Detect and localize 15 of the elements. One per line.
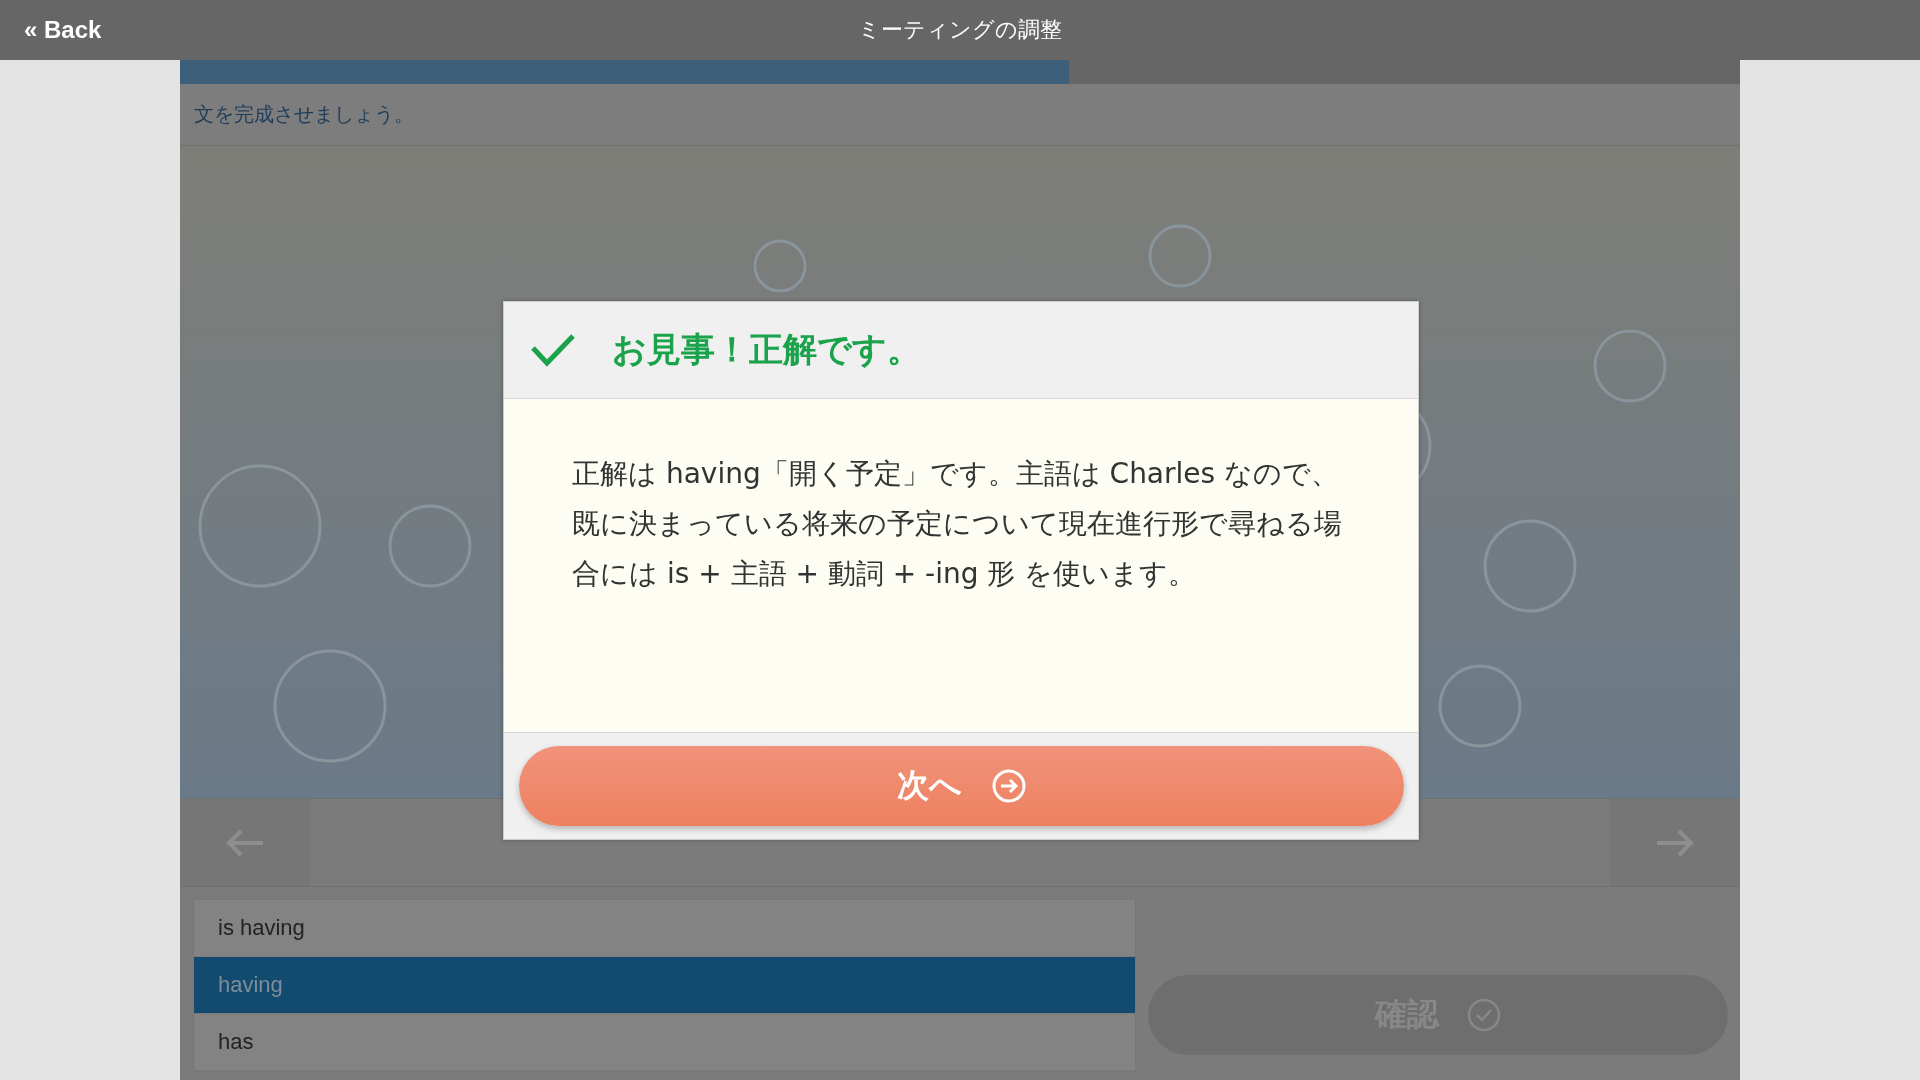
- right-arrow-icon: [1655, 828, 1695, 857]
- next-arrow-button[interactable]: [1610, 799, 1740, 886]
- check-circle-icon: [1467, 998, 1501, 1032]
- page-title: ミーティングの調整: [858, 16, 1062, 44]
- answer-option[interactable]: having: [194, 957, 1135, 1014]
- left-arrow-icon: [225, 828, 265, 857]
- next-button[interactable]: 次へ: [518, 746, 1404, 826]
- back-link[interactable]: « Back: [24, 16, 102, 44]
- dialog-title: お見事！正解です。: [612, 328, 921, 371]
- check-icon: [530, 333, 576, 367]
- answer-option[interactable]: has: [194, 1014, 1135, 1071]
- explanation-text: 正解は having「開く予定」です。主語は Charles なので、既に決まっている将来の予定について現在進行形で尋ねる場合には is + 主語 + 動詞 + -ing 形 を使います。: [572, 456, 1342, 592]
- arrow-circle-icon: [991, 769, 1026, 803]
- answer-option[interactable]: is having: [194, 900, 1135, 957]
- previous-button[interactable]: [180, 799, 310, 886]
